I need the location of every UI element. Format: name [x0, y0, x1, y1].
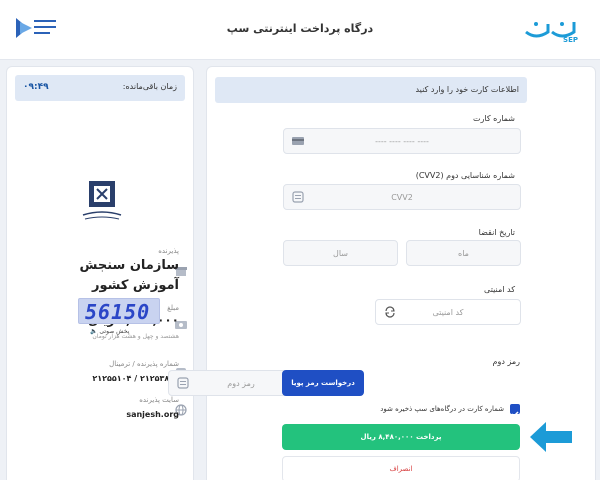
cvv2-label: شماره شناسایی دوم (CVV2) — [415, 171, 515, 180]
timer-box: زمان باقی‌مانده: ۰۹:۴۹ — [15, 75, 185, 101]
expiry-month-placeholder: ماه — [458, 248, 469, 258]
merchant-name: سازمان سنجش آموزش کشور — [79, 258, 179, 293]
form-header-text: اطلاعات کارت خود را وارد کنید — [415, 85, 519, 94]
card-number-input[interactable]: ---- ---- ---- ---- — [283, 128, 521, 154]
captcha-label: کد امنیتی — [484, 285, 515, 294]
keypad-icon — [292, 191, 304, 203]
save-card-checkbox[interactable] — [510, 404, 520, 418]
captcha-image: 56150 — [78, 298, 160, 324]
captcha-code: 56150 — [85, 300, 151, 324]
expiry-year-input[interactable]: سال — [283, 240, 398, 266]
organization-logo — [82, 181, 122, 220]
merchant-site: sanjesh.org — [126, 410, 179, 419]
sep-logo-text: SEP — [563, 36, 578, 44]
refresh-icon[interactable] — [384, 306, 396, 318]
merchant-info-panel: زمان باقی‌مانده: ۰۹:۴۹ پذیرنده سازمان سن… — [6, 66, 194, 480]
amount-label: مبلغ — [167, 304, 179, 312]
pin-label: رمز دوم — [492, 357, 520, 366]
save-card-label: شماره کارت در درگاه‌های سپ ذخیره شود — [380, 405, 504, 413]
request-dynamic-pin-button[interactable]: درخواست رمز پویا — [282, 370, 364, 396]
merchant-label: پذیرنده — [158, 247, 179, 255]
form-header: اطلاعات کارت خود را وارد کنید — [215, 77, 527, 103]
cvv2-input[interactable]: CVV2 — [283, 184, 521, 210]
pay-button[interactable]: پرداخت ۸,۴۸۰,۰۰۰ ریال — [282, 424, 520, 450]
card-form-panel: اطلاعات کارت خود را وارد کنید شماره کارت… — [206, 66, 596, 480]
audio-label: پخش صوتی — [99, 328, 130, 335]
expiry-year-placeholder: سال — [333, 248, 348, 258]
cvv2-placeholder: CVV2 — [391, 192, 413, 202]
expiry-label: تاریخ انقضا — [478, 228, 515, 237]
timer-value: ۰۹:۴۹ — [23, 82, 49, 92]
pin-placeholder: رمز دوم — [227, 378, 255, 388]
request-dynamic-pin-label: درخواست رمز پویا — [291, 379, 355, 387]
ministry-logo — [16, 18, 56, 38]
expiry-month-input[interactable]: ماه — [406, 240, 521, 266]
card-number-placeholder: ---- ---- ---- ---- — [375, 136, 429, 146]
card-number-label: شماره کارت — [472, 114, 515, 123]
page-title: درگاه پرداخت اینترنتی سپ — [226, 22, 374, 35]
keypad-icon — [177, 377, 189, 389]
pay-button-label: پرداخت ۸,۴۸۰,۰۰۰ ریال — [360, 433, 442, 441]
speaker-icon: 🔈 — [90, 328, 98, 335]
captcha-input[interactable]: کد امنیتی — [375, 299, 521, 325]
cancel-button-label: انصراف — [389, 465, 413, 473]
card-icon — [292, 137, 304, 145]
checkmark-icon — [511, 411, 519, 418]
ids-label: شماره پذیرنده / ترمینال — [109, 360, 179, 368]
merchant-terminal-ids: ۲۱۲۵۳۸۵۹ / ۲۱۲۵۵۱۰۴ — [92, 374, 179, 383]
audio-captcha-button[interactable]: پخش صوتی 🔈 — [90, 328, 129, 335]
captcha-placeholder: کد امنیتی — [432, 307, 464, 317]
pointer-arrow-icon — [530, 422, 572, 452]
timer-label: زمان باقی‌مانده: — [122, 82, 177, 91]
cancel-button[interactable]: انصراف — [282, 456, 520, 480]
site-label: سایت پذیرنده — [139, 396, 179, 404]
header-bar: درگاه پرداخت اینترنتی سپ SEP — [0, 0, 600, 60]
